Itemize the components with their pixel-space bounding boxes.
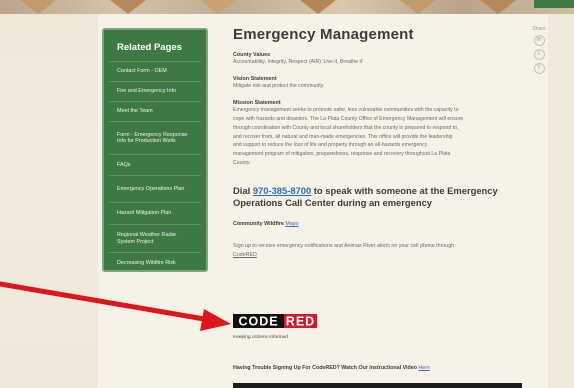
sidebar-title: Related Pages xyxy=(117,42,182,53)
related-pages-sidebar: Related Pages Contact Form - OEM Fire an… xyxy=(102,28,208,272)
mission-line: and recover from, all natural and man-ma… xyxy=(233,133,453,140)
codered-link[interactable]: CodeRED xyxy=(233,251,525,260)
mission-line: management program of mitigation, prepar… xyxy=(233,151,451,158)
mission-line: and support to reduce the loss of life a… xyxy=(233,142,428,149)
share-label: Share xyxy=(532,26,546,32)
sidebar-item-weather-radar[interactable]: Regional Weather Radar System Project xyxy=(109,224,201,252)
video-player[interactable] xyxy=(233,383,522,388)
wildfire-maps-line: Community Wildfire Maps xyxy=(233,221,525,227)
wildfire-label: Community Wildfire xyxy=(233,221,286,228)
mission-line: County. xyxy=(233,160,251,167)
mission-line: through coordination with County and loc… xyxy=(233,124,459,131)
page-title: Emergency Management xyxy=(233,26,414,43)
sidebar-item-wildfire-risk[interactable]: Decreasing Wildfire Risk xyxy=(109,252,201,274)
wildfire-maps-link[interactable]: Maps xyxy=(285,221,298,227)
county-values-text: Accountability, Integrity, Respect (AIR)… xyxy=(233,59,364,65)
codered-tagline: Keeping citizens informed xyxy=(233,335,288,340)
codered-logo[interactable]: CODE RED Keeping citizens informed xyxy=(233,314,317,340)
sidebar-item-contact-form[interactable]: Contact Form - OEM xyxy=(109,61,201,81)
header-accent xyxy=(534,0,574,8)
email-icon[interactable]: ✉ xyxy=(533,35,545,46)
sidebar-item-hazard-mitigation-plan[interactable]: Hazard Mitigation Plan xyxy=(109,202,201,224)
mission-line: cope with hazards and disasters. The La … xyxy=(233,115,465,122)
phone-link[interactable]: 970-385-8700 xyxy=(253,185,311,196)
vision-text: Mitigate risk and protect the community. xyxy=(233,82,325,89)
dial-line-2: Operations Call Center during an emergen… xyxy=(233,197,433,209)
codered-logo-graphic: CODE RED xyxy=(233,314,317,329)
codered-logo-red: RED xyxy=(286,315,315,329)
sidebar-item-meet-team[interactable]: Meet the Team xyxy=(109,101,201,121)
mission-line: Emergency management seeks to promote sa… xyxy=(233,106,459,113)
codered-signup-text: Sign up to receive emergency notificatio… xyxy=(233,243,455,250)
header-banner xyxy=(0,0,574,14)
codered-logo-code: CODE xyxy=(238,315,278,329)
sidebar-item-emergency-operations-plan[interactable]: Emergency Operations Plan xyxy=(109,175,201,202)
sidebar-item-fire-emergency-info[interactable]: Fire and Emergency Info xyxy=(109,81,201,101)
main-content: Emergency Management County Values Accou… xyxy=(233,26,525,260)
codered-video-text: Having Trouble Signing Up For CodeRED? W… xyxy=(233,364,430,373)
share-panel: Share ✉ t f xyxy=(526,26,552,77)
sidebar-item-faqs[interactable]: FAQs xyxy=(109,154,201,175)
video-prompt: Having Trouble Signing Up For CodeRED? W… xyxy=(233,365,419,371)
sidebar-item-production-wells-form[interactable]: Form - Emergency Response Info for Produ… xyxy=(109,121,201,154)
dial-suffix: to speak with someone at the Emergency xyxy=(311,185,498,197)
twitter-icon[interactable]: t xyxy=(533,49,545,60)
mission-text: Emergency management seeks to promote sa… xyxy=(233,106,525,168)
page-background-left xyxy=(0,0,98,388)
facebook-icon[interactable]: f xyxy=(533,63,545,74)
dial-prefix: Dial xyxy=(233,185,253,197)
emergency-call-center-text: Dial 970-385-8700 to speak with someone … xyxy=(233,185,525,209)
instructional-video-link[interactable]: Here xyxy=(418,365,429,371)
